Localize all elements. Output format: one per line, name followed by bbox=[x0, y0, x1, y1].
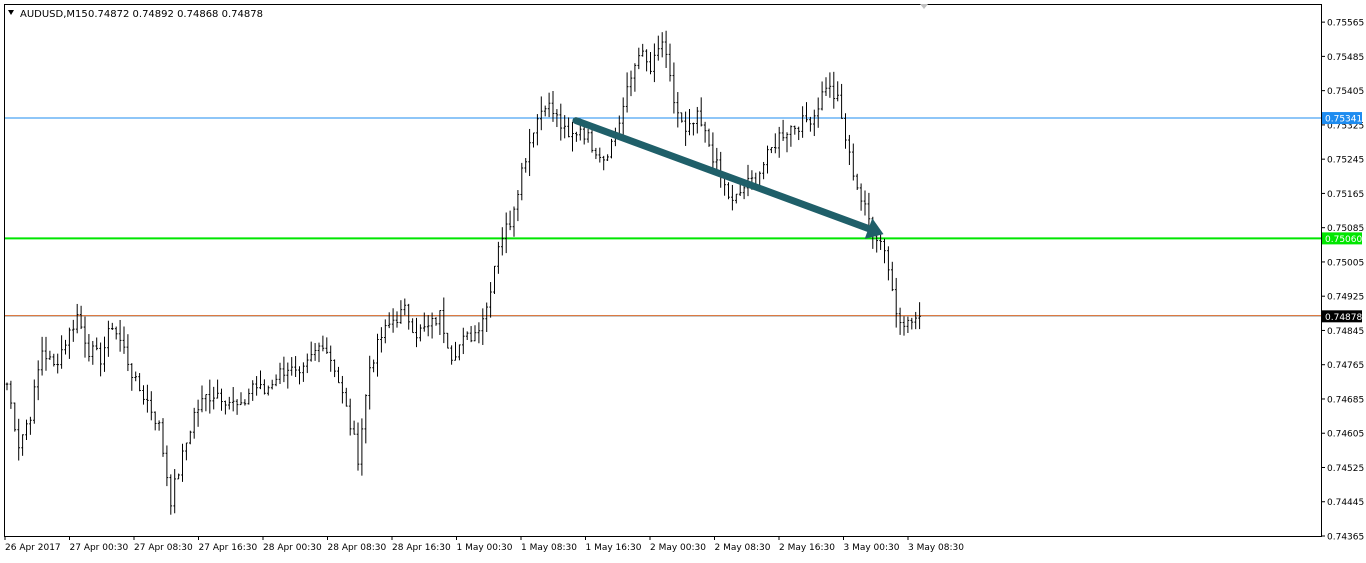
y-tick-label: 0.74845 bbox=[1327, 327, 1364, 337]
chart-background bbox=[0, 0, 1366, 559]
x-tick-label: 1 May 00:30 bbox=[457, 543, 513, 553]
chart-area[interactable]: 0.75565 0.75485 0.75405 0.75325 0.75245 0.751… bbox=[0, 0, 1366, 559]
symbol-label: AUDUSD,M15 bbox=[20, 9, 88, 20]
x-tick-label: 2 May 16:30 bbox=[779, 543, 835, 553]
x-tick-label: 26 Apr 2017 bbox=[5, 543, 61, 553]
y-tick-label: 0.74605 bbox=[1327, 430, 1364, 440]
y-tick-label: 0.74445 bbox=[1327, 498, 1364, 508]
x-tick-label: 1 May 08:30 bbox=[521, 543, 577, 553]
x-tick-label: 28 Apr 00:30 bbox=[263, 543, 322, 553]
price-level-label: 0.75341 bbox=[1325, 115, 1362, 125]
y-tick-label: 0.75405 bbox=[1327, 87, 1364, 97]
x-tick-label: 3 May 00:30 bbox=[844, 543, 900, 553]
ohlc-label: 0.74872 0.74892 0.74868 0.74878 bbox=[88, 9, 263, 20]
x-tick-label: 27 Apr 00:30 bbox=[70, 543, 129, 553]
y-tick-label: 0.74365 bbox=[1327, 533, 1364, 543]
price-level-label: 0.75060 bbox=[1325, 235, 1362, 245]
x-tick-label: 1 May 16:30 bbox=[586, 543, 642, 553]
y-tick-label: 0.74925 bbox=[1327, 293, 1364, 303]
x-tick-label: 28 Apr 16:30 bbox=[392, 543, 451, 553]
x-tick-label: 2 May 00:30 bbox=[650, 543, 706, 553]
x-tick-label: 27 Apr 08:30 bbox=[134, 543, 193, 553]
y-tick-label: 0.75485 bbox=[1327, 53, 1364, 63]
y-tick-label: 0.75005 bbox=[1327, 258, 1364, 268]
price-level-label: 0.74878 bbox=[1325, 313, 1362, 323]
y-tick-label: 0.74525 bbox=[1327, 464, 1364, 474]
y-tick-label: 0.75565 bbox=[1327, 19, 1364, 29]
y-tick-label: 0.74765 bbox=[1327, 361, 1364, 371]
x-tick-label: 28 Apr 08:30 bbox=[328, 543, 387, 553]
y-tick-label: 0.75165 bbox=[1327, 190, 1364, 200]
price-chart[interactable]: 0.755650.754850.754050.753250.752450.751… bbox=[0, 0, 1366, 559]
x-tick-label: 2 May 08:30 bbox=[715, 543, 771, 553]
x-tick-label: 3 May 08:30 bbox=[908, 543, 964, 553]
y-tick-label: 0.75245 bbox=[1327, 156, 1364, 166]
y-tick-label: 0.74685 bbox=[1327, 395, 1364, 405]
x-tick-label: 27 Apr 16:30 bbox=[199, 543, 258, 553]
